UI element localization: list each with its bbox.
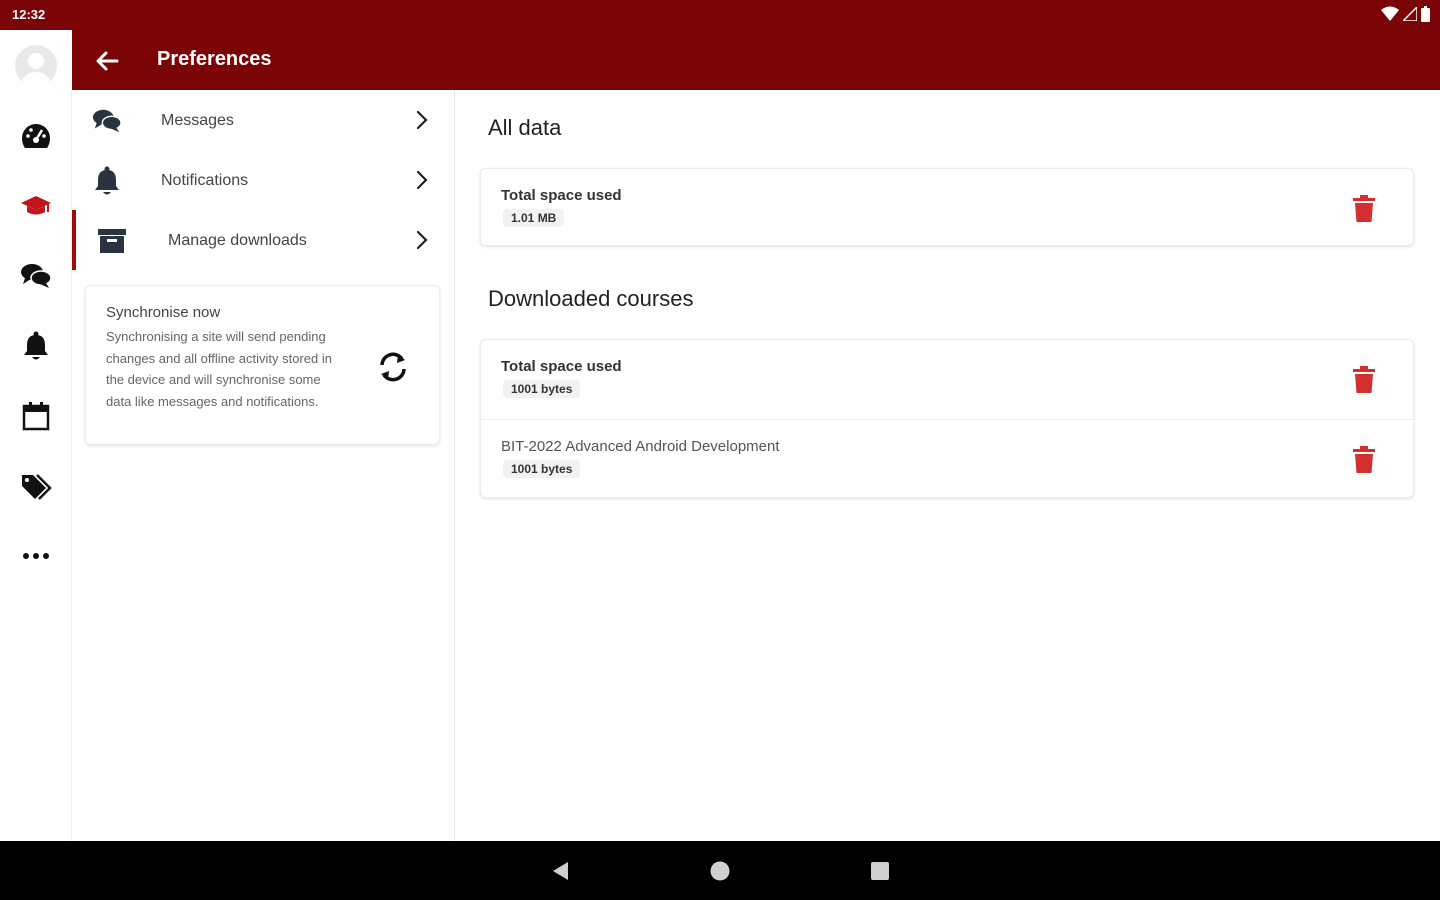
- menu-item-manage-downloads[interactable]: Manage downloads: [72, 210, 455, 270]
- nav-back-button[interactable]: [547, 858, 573, 884]
- nav-home-button[interactable]: [707, 858, 733, 884]
- sync-title: Synchronise now: [106, 304, 221, 321]
- list-item: Total space used 1.01 MB: [481, 169, 1415, 247]
- system-nav-bar: [0, 841, 1440, 900]
- archive-icon: [98, 229, 126, 253]
- row-title: Total space used: [501, 187, 622, 204]
- row-title: Total space used: [501, 358, 622, 375]
- rail-item-more[interactable]: [16, 536, 56, 576]
- all-data-card: Total space used 1.01 MB: [480, 168, 1414, 246]
- course-title: BIT-2022 Advanced Android Development: [501, 438, 780, 455]
- downloaded-courses-card: Total space used 1001 bytes BIT-2022 Adv…: [480, 339, 1415, 498]
- sync-card: Synchronise now Synchronising a site wil…: [85, 285, 440, 445]
- status-time: 12:32: [12, 7, 46, 22]
- delete-courses-button[interactable]: [1349, 364, 1379, 396]
- chevron-right-icon: [416, 230, 428, 250]
- size-badge: 1001 bytes: [503, 380, 581, 398]
- downloads-content: All data Total space used 1.01 MB Downlo…: [455, 90, 1440, 841]
- rail-item-calendar[interactable]: [16, 396, 56, 436]
- trash-icon: [1353, 446, 1375, 473]
- section-heading-downloaded-courses: Downloaded courses: [488, 286, 694, 311]
- rail-item-tags[interactable]: [16, 466, 56, 506]
- rail-item-messages[interactable]: [16, 256, 56, 296]
- dashboard-icon: [22, 124, 50, 148]
- menu-item-messages[interactable]: Messages: [72, 90, 455, 150]
- chat-icon: [92, 109, 122, 133]
- chevron-right-icon: [416, 170, 428, 190]
- status-bar: 12:32: [0, 0, 1440, 30]
- list-item[interactable]: BIT-2022 Advanced Android Development 10…: [481, 419, 1415, 497]
- back-button[interactable]: [92, 46, 122, 76]
- avatar[interactable]: [15, 45, 57, 87]
- graduation-cap-icon: [21, 196, 51, 215]
- size-badge: 1001 bytes: [503, 460, 581, 478]
- bell-icon: [24, 331, 48, 360]
- section-heading-all-data: All data: [488, 115, 562, 140]
- side-rail: [0, 30, 72, 841]
- nav-recents-button[interactable]: [867, 858, 893, 884]
- sync-icon: [380, 352, 406, 382]
- bell-icon: [95, 166, 119, 195]
- ellipsis-icon: [23, 553, 49, 559]
- triangle-back-icon: [553, 862, 568, 880]
- list-item: Total space used 1001 bytes: [481, 340, 1415, 418]
- avatar-cell: [0, 30, 72, 90]
- arrow-left-icon: [96, 51, 119, 71]
- menu-item-notifications[interactable]: Notifications: [72, 150, 455, 210]
- rail-item-notifications[interactable]: [16, 326, 56, 366]
- preferences-menu: Messages Notifications Manage downloads …: [72, 90, 455, 841]
- trash-icon: [1353, 366, 1375, 393]
- rail-item-my-courses[interactable]: [16, 186, 56, 226]
- square-recents-icon: [871, 862, 889, 880]
- menu-item-label: Notifications: [161, 172, 249, 189]
- signal-icon: [1401, 5, 1418, 26]
- tags-icon: [22, 474, 52, 500]
- chat-icon: [21, 264, 52, 288]
- status-icons: [1381, 5, 1430, 27]
- delete-all-button[interactable]: [1349, 193, 1379, 225]
- delete-course-button[interactable]: [1349, 444, 1379, 476]
- menu-item-label: Manage downloads: [168, 232, 307, 249]
- page-title: Preferences: [157, 48, 272, 70]
- user-icon: [22, 53, 50, 87]
- rail-item-dashboard[interactable]: [16, 116, 56, 156]
- chevron-right-icon: [416, 110, 428, 130]
- wifi-icon: [1381, 6, 1399, 27]
- size-badge: 1.01 MB: [503, 209, 565, 227]
- battery-icon: [1421, 6, 1430, 27]
- menu-item-label: Messages: [161, 112, 234, 129]
- sync-description: Synchronising a site will send pending c…: [106, 329, 332, 409]
- trash-icon: [1353, 195, 1375, 222]
- circle-home-icon: [710, 861, 730, 881]
- sync-button[interactable]: [374, 348, 412, 386]
- calendar-icon: [22, 402, 50, 431]
- app-header: Preferences: [72, 30, 1440, 90]
